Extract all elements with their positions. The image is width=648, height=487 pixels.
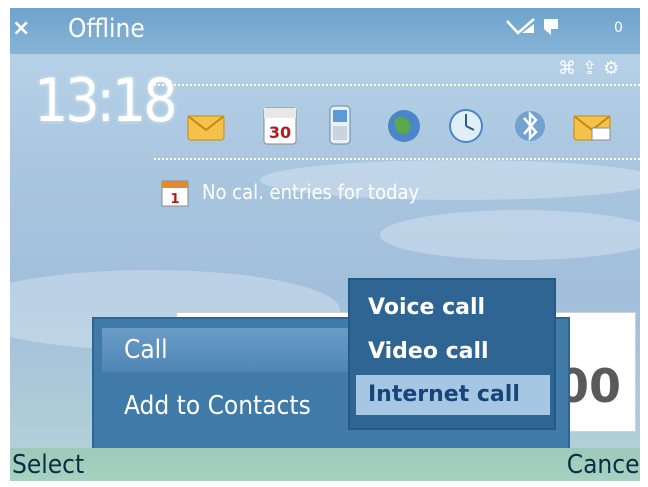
call-submenu: Voice call Video call Internet call [348, 278, 556, 430]
status-small-icons: ⌘⇪⚙ [558, 58, 626, 79]
phone-icon[interactable] [320, 102, 360, 148]
cloud-decoration [380, 210, 648, 260]
calendar-note[interactable]: 1 No cal. entries for today [160, 178, 419, 212]
divider [154, 84, 640, 86]
frame [0, 0, 648, 8]
softkey-bar: Select Cancel [10, 448, 646, 481]
frame [640, 0, 648, 487]
clock-icon[interactable] [446, 102, 486, 148]
frame [0, 481, 648, 487]
calendar-icon[interactable]: 30 [260, 102, 300, 148]
clock: 13:18 [34, 66, 178, 136]
profile-name: Offline [68, 14, 145, 44]
web-globe-icon[interactable] [384, 102, 424, 148]
email-icon[interactable] [572, 102, 612, 148]
message-status-icon [544, 19, 558, 35]
divider [154, 158, 640, 160]
signal-icon [506, 18, 535, 35]
select-softkey[interactable]: Select [12, 450, 84, 480]
phone-screen: × Offline 0 ⌘⇪⚙ 13:18 30 1 No cal. entri… [0, 0, 648, 487]
frame [0, 0, 10, 487]
cancel-softkey[interactable]: Cancel [567, 450, 646, 480]
svg-text:1: 1 [170, 192, 179, 207]
menu-item-internet-call[interactable]: Internet call [356, 375, 550, 415]
close-icon[interactable]: × [12, 16, 30, 41]
bluetooth-icon[interactable] [510, 102, 550, 148]
battery-indicator: 0 [614, 20, 623, 36]
menu-item-voice-call[interactable]: Voice call [356, 288, 550, 328]
calendar-note-text: No cal. entries for today [202, 180, 420, 204]
message-icon[interactable] [186, 102, 226, 148]
svg-text:30: 30 [269, 123, 291, 142]
status-bar: × Offline 0 ⌘⇪⚙ [10, 8, 640, 79]
shortcut-bar: 30 [186, 102, 630, 152]
menu-item-video-call[interactable]: Video call [356, 332, 550, 372]
calendar-small-icon: 1 [161, 180, 189, 207]
